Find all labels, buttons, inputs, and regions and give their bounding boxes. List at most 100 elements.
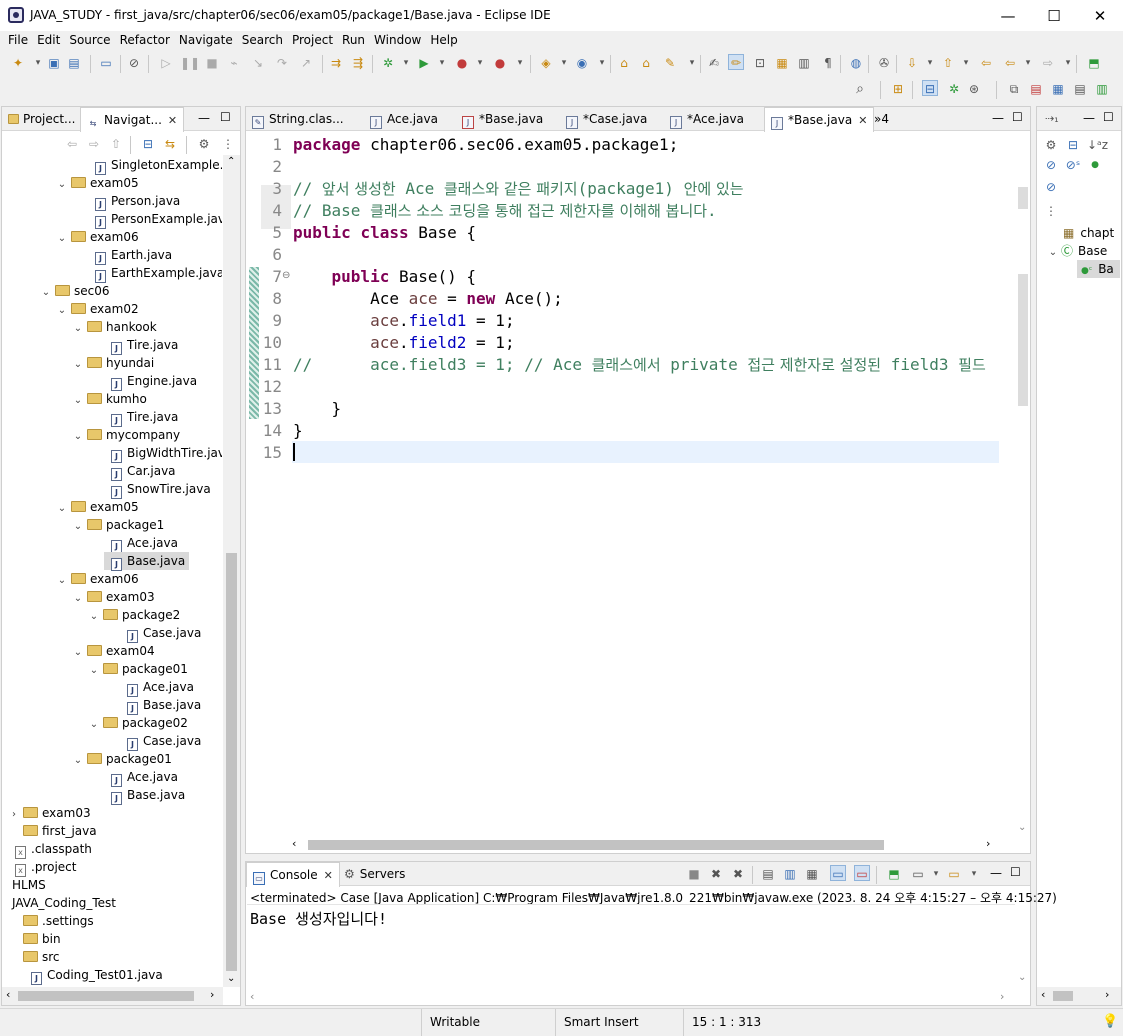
menu-run[interactable]: Run xyxy=(342,31,365,51)
open-console-dropdown-icon[interactable]: ▾ xyxy=(966,866,982,882)
expand-toggle-icon[interactable]: ⌄ xyxy=(72,518,84,536)
tree-file[interactable]: J Person.java xyxy=(88,192,180,211)
tree-folder[interactable]: ⌄ exam06 xyxy=(56,570,139,588)
tree-file[interactable]: HLMS xyxy=(8,876,46,894)
tree-file[interactable]: J PersonExample.java xyxy=(88,210,222,229)
filters-icon[interactable]: ⚙ xyxy=(196,136,212,152)
progress-view-icon[interactable]: ▥ xyxy=(1094,81,1110,97)
debug-perspective-icon[interactable]: ✇ xyxy=(876,55,892,71)
tree-file[interactable]: J Case.java xyxy=(120,732,201,751)
menu-refactor[interactable]: Refactor xyxy=(120,31,170,51)
tree-file[interactable]: J Base.java xyxy=(120,696,201,715)
remove-all-launches-icon[interactable]: ✖ xyxy=(730,866,746,882)
tree-file[interactable]: J Ace.java xyxy=(104,534,178,553)
expand-toggle-icon[interactable]: ⌄ xyxy=(40,284,52,302)
code-line[interactable]: public class Base { xyxy=(293,222,476,244)
maximize-view-icon[interactable]: ☐ xyxy=(220,110,231,124)
tree-folder[interactable]: ⌄ exam05 xyxy=(56,498,139,516)
tree-file[interactable]: J Coding_Test01.java xyxy=(24,966,163,985)
task-list-icon[interactable]: ▤ xyxy=(1028,81,1044,97)
outline-filter-icon[interactable]: ⚙ xyxy=(1043,137,1059,153)
show-whitespace-icon[interactable]: ▦ xyxy=(774,55,790,71)
remove-launch-icon[interactable]: ✖ xyxy=(708,866,724,882)
outline-horizontal-scrollbar[interactable]: ‹ › xyxy=(1037,987,1121,1005)
tree-file[interactable]: JSingletonExample.java xyxy=(88,156,222,175)
status-cursor-position[interactable]: 15 : 1 : 313 xyxy=(683,1009,823,1036)
scroll-right-icon[interactable]: › xyxy=(1000,990,1004,1003)
code-line[interactable]: public Base() { xyxy=(293,266,477,288)
tree-folder[interactable]: .settings xyxy=(8,912,94,930)
outline-hscroll-thumb[interactable] xyxy=(1053,991,1073,1001)
word-wrap-icon[interactable]: ▥ xyxy=(796,55,812,71)
expand-toggle-icon[interactable]: ⌄ xyxy=(72,590,84,608)
coverage-icon[interactable]: ● xyxy=(454,55,470,71)
back-dropdown-icon[interactable]: ▾ xyxy=(1020,55,1036,71)
tree-file[interactable]: J Base.java xyxy=(104,552,190,571)
tree-vertical-scrollbar[interactable]: ⌃ ⌄ xyxy=(223,155,240,987)
new-class-dropdown-icon[interactable]: ▾ xyxy=(594,55,610,71)
disconnect-icon[interactable]: ⌁ xyxy=(226,55,242,71)
restore-icon[interactable]: ⧉ xyxy=(1006,81,1022,97)
tree-folder[interactable]: ⌄ exam05 xyxy=(56,174,139,192)
tree-file[interactable]: J Engine.java xyxy=(104,372,197,391)
terminate-console-icon[interactable]: ■ xyxy=(686,866,702,882)
tab-console[interactable]: ▭ Console ✕ xyxy=(246,862,340,887)
menu-help[interactable]: Help xyxy=(430,31,457,51)
show-on-stdout-icon[interactable]: ▭ xyxy=(830,865,846,881)
code-line[interactable]: // 앞서 생성한 Ace 클래스와 같은 패키지(package1) 안에 있… xyxy=(293,178,744,200)
run-dropdown-icon[interactable]: ▾ xyxy=(434,55,450,71)
use-step-filters-icon[interactable]: ⇶ xyxy=(350,55,366,71)
menu-project[interactable]: Project xyxy=(292,31,333,51)
tree-folder[interactable]: ⌄ kumho xyxy=(72,390,147,408)
sort-icon[interactable]: ↓ᵃz xyxy=(1087,137,1108,153)
scroll-left-icon[interactable]: ‹ xyxy=(1041,988,1045,1001)
scroll-left-icon[interactable]: ‹ xyxy=(250,990,254,1003)
expand-toggle-icon[interactable]: ⌄ xyxy=(56,176,68,194)
tree-file[interactable]: J Case.java xyxy=(120,624,201,643)
code-line[interactable]: package chapter06.sec06.exam05.package1; xyxy=(293,134,678,156)
tab-servers[interactable]: ⚙ Servers xyxy=(338,862,411,886)
tree-file[interactable]: J Earth.java xyxy=(88,246,172,265)
toggle-block-icon[interactable]: ⊡ xyxy=(752,55,768,71)
tree-file[interactable]: J Tire.java xyxy=(104,408,178,427)
code-editor[interactable]: 1 package chapter06.sec06.exam05.package1… xyxy=(246,107,999,837)
hide-nonpublic-icon[interactable]: ● xyxy=(1087,157,1103,173)
drop-frame-icon[interactable]: ⇉ xyxy=(328,55,344,71)
editor-overview-thumb[interactable] xyxy=(1018,274,1028,406)
tree-folder[interactable]: › exam03 xyxy=(8,804,91,822)
expand-toggle-icon[interactable]: ⌄ xyxy=(88,716,100,734)
step-over-icon[interactable]: ↷ xyxy=(274,55,290,71)
external-dropdown-icon[interactable]: ▾ xyxy=(512,55,528,71)
code-line[interactable]: } xyxy=(293,420,303,442)
lightbulb-icon[interactable]: 💡 xyxy=(1102,1014,1118,1029)
globe-icon[interactable]: ◍ xyxy=(848,55,864,71)
expand-toggle-icon[interactable]: ⌄ xyxy=(72,356,84,374)
editor-hscroll-thumb[interactable] xyxy=(308,840,884,850)
new-java-project-icon[interactable]: ◈ xyxy=(538,55,554,71)
scroll-down-icon[interactable]: ⌄ xyxy=(1018,972,1026,983)
tree-file[interactable]: J Base.java xyxy=(104,786,185,805)
tree-hscroll-thumb[interactable] xyxy=(18,991,194,1001)
highlight-icon[interactable]: ✏ xyxy=(728,54,744,70)
scroll-up-icon[interactable]: ⌃ xyxy=(227,156,235,167)
search-dropdown-icon[interactable]: ▾ xyxy=(684,55,700,71)
new-class-icon[interactable]: ◉ xyxy=(574,55,590,71)
outline-view-icon[interactable]: ▦ xyxy=(1050,81,1066,97)
editor-horizontal-scrollbar[interactable]: ‹ › xyxy=(292,837,1016,853)
maximize-editor-icon[interactable]: ☐ xyxy=(1012,110,1023,124)
tree-file[interactable]: x .classpath xyxy=(8,840,92,859)
outline-package[interactable]: ▦ chapt xyxy=(1063,224,1114,242)
open-console-icon[interactable]: ▭ xyxy=(946,866,962,882)
maximize-view-icon[interactable]: ☐ xyxy=(1103,110,1114,124)
word-wrap-console-icon[interactable]: ▦ xyxy=(804,866,820,882)
tree-folder[interactable]: ⌄ exam06 xyxy=(56,228,139,246)
dropdown-arrow-icon[interactable]: ▾ xyxy=(30,55,46,71)
minimize-view-icon[interactable]: — xyxy=(198,111,210,125)
close-tab-icon[interactable]: ✕ xyxy=(324,869,333,882)
scroll-down-icon[interactable]: ⌄ xyxy=(1018,822,1026,833)
scroll-down-icon[interactable]: ⌄ xyxy=(227,973,235,984)
scroll-left-icon[interactable]: ‹ xyxy=(292,837,296,850)
tree-folder[interactable]: ⌄ exam02 xyxy=(56,300,139,318)
scroll-left-icon[interactable]: ‹ xyxy=(6,988,10,1001)
menu-edit[interactable]: Edit xyxy=(37,31,60,51)
